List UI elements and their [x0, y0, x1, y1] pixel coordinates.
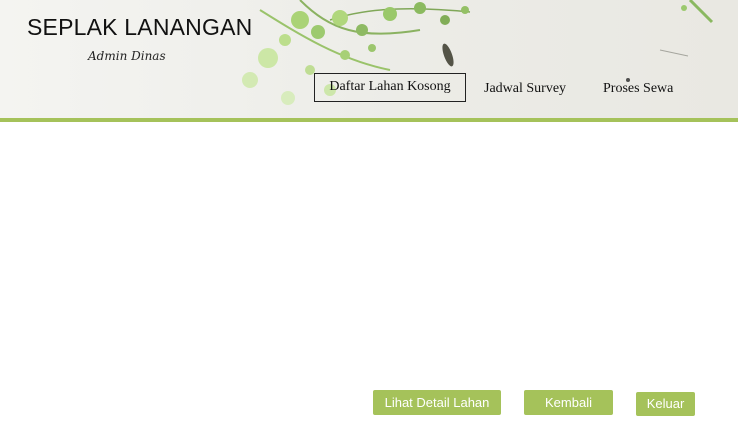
- nav-proses-sewa[interactable]: Proses Sewa: [603, 81, 673, 97]
- app-title: SEPLAK LANANGAN: [27, 14, 253, 40]
- back-button[interactable]: Kembali: [524, 390, 613, 415]
- role-subtitle: Admin Dinas: [88, 49, 166, 63]
- logout-button[interactable]: Keluar: [636, 392, 695, 416]
- nav-jadwal-survey[interactable]: Jadwal Survey: [484, 81, 566, 97]
- nav-daftar-lahan-kosong[interactable]: Daftar Lahan Kosong: [314, 73, 466, 102]
- view-land-detail-button[interactable]: Lihat Detail Lahan: [373, 390, 501, 415]
- header-divider: [0, 118, 738, 122]
- header-banner: SEPLAK LANANGAN Admin Dinas Daftar Lahan…: [0, 0, 738, 118]
